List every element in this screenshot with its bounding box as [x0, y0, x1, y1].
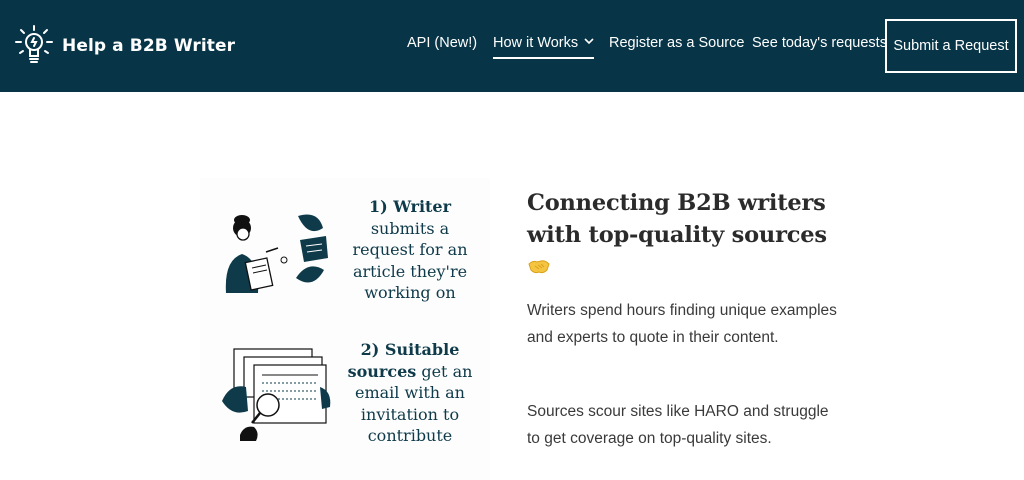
chevron-down-icon: [584, 38, 594, 45]
handshake-icon: [528, 260, 550, 274]
step-1-text: 1) Writer submits a request for an artic…: [340, 196, 480, 304]
hero-title: Connecting B2B writers with top-quality …: [527, 190, 827, 248]
brand-name: Help a B2B Writer: [62, 36, 236, 56]
intro-paragraph-sources: Sources scour sites like HARO and strugg…: [527, 403, 829, 447]
nav-how-it-works-label: How it Works: [493, 35, 579, 51]
step-1-body: submits a request for an article they're…: [352, 218, 468, 303]
writer-illustration-icon: [225, 214, 328, 293]
lightbulb-icon: [15, 25, 53, 63]
intro-paragraph-writers: Writers spend hours finding unique examp…: [527, 302, 837, 346]
step-2-text: 2) Suitable sources get an email with an…: [340, 339, 480, 447]
nav-todays-requests[interactable]: See today's requests: [752, 35, 887, 51]
sources-email-illustration-icon: [222, 348, 331, 441]
how-it-works-illustration: 1) Writer submits a request for an artic…: [200, 178, 490, 480]
nav-how-it-works[interactable]: How it Works: [493, 35, 595, 59]
site-header: Help a B2B Writer API (New!) How it Work…: [0, 0, 1024, 92]
step-1-title: 1) Writer: [368, 197, 452, 216]
nav-api[interactable]: API (New!): [407, 35, 477, 51]
nav-register-source[interactable]: Register as a Source: [609, 35, 744, 51]
submit-request-button[interactable]: Submit a Request: [885, 19, 1017, 73]
logo[interactable]: Help a B2B Writer: [12, 24, 235, 68]
